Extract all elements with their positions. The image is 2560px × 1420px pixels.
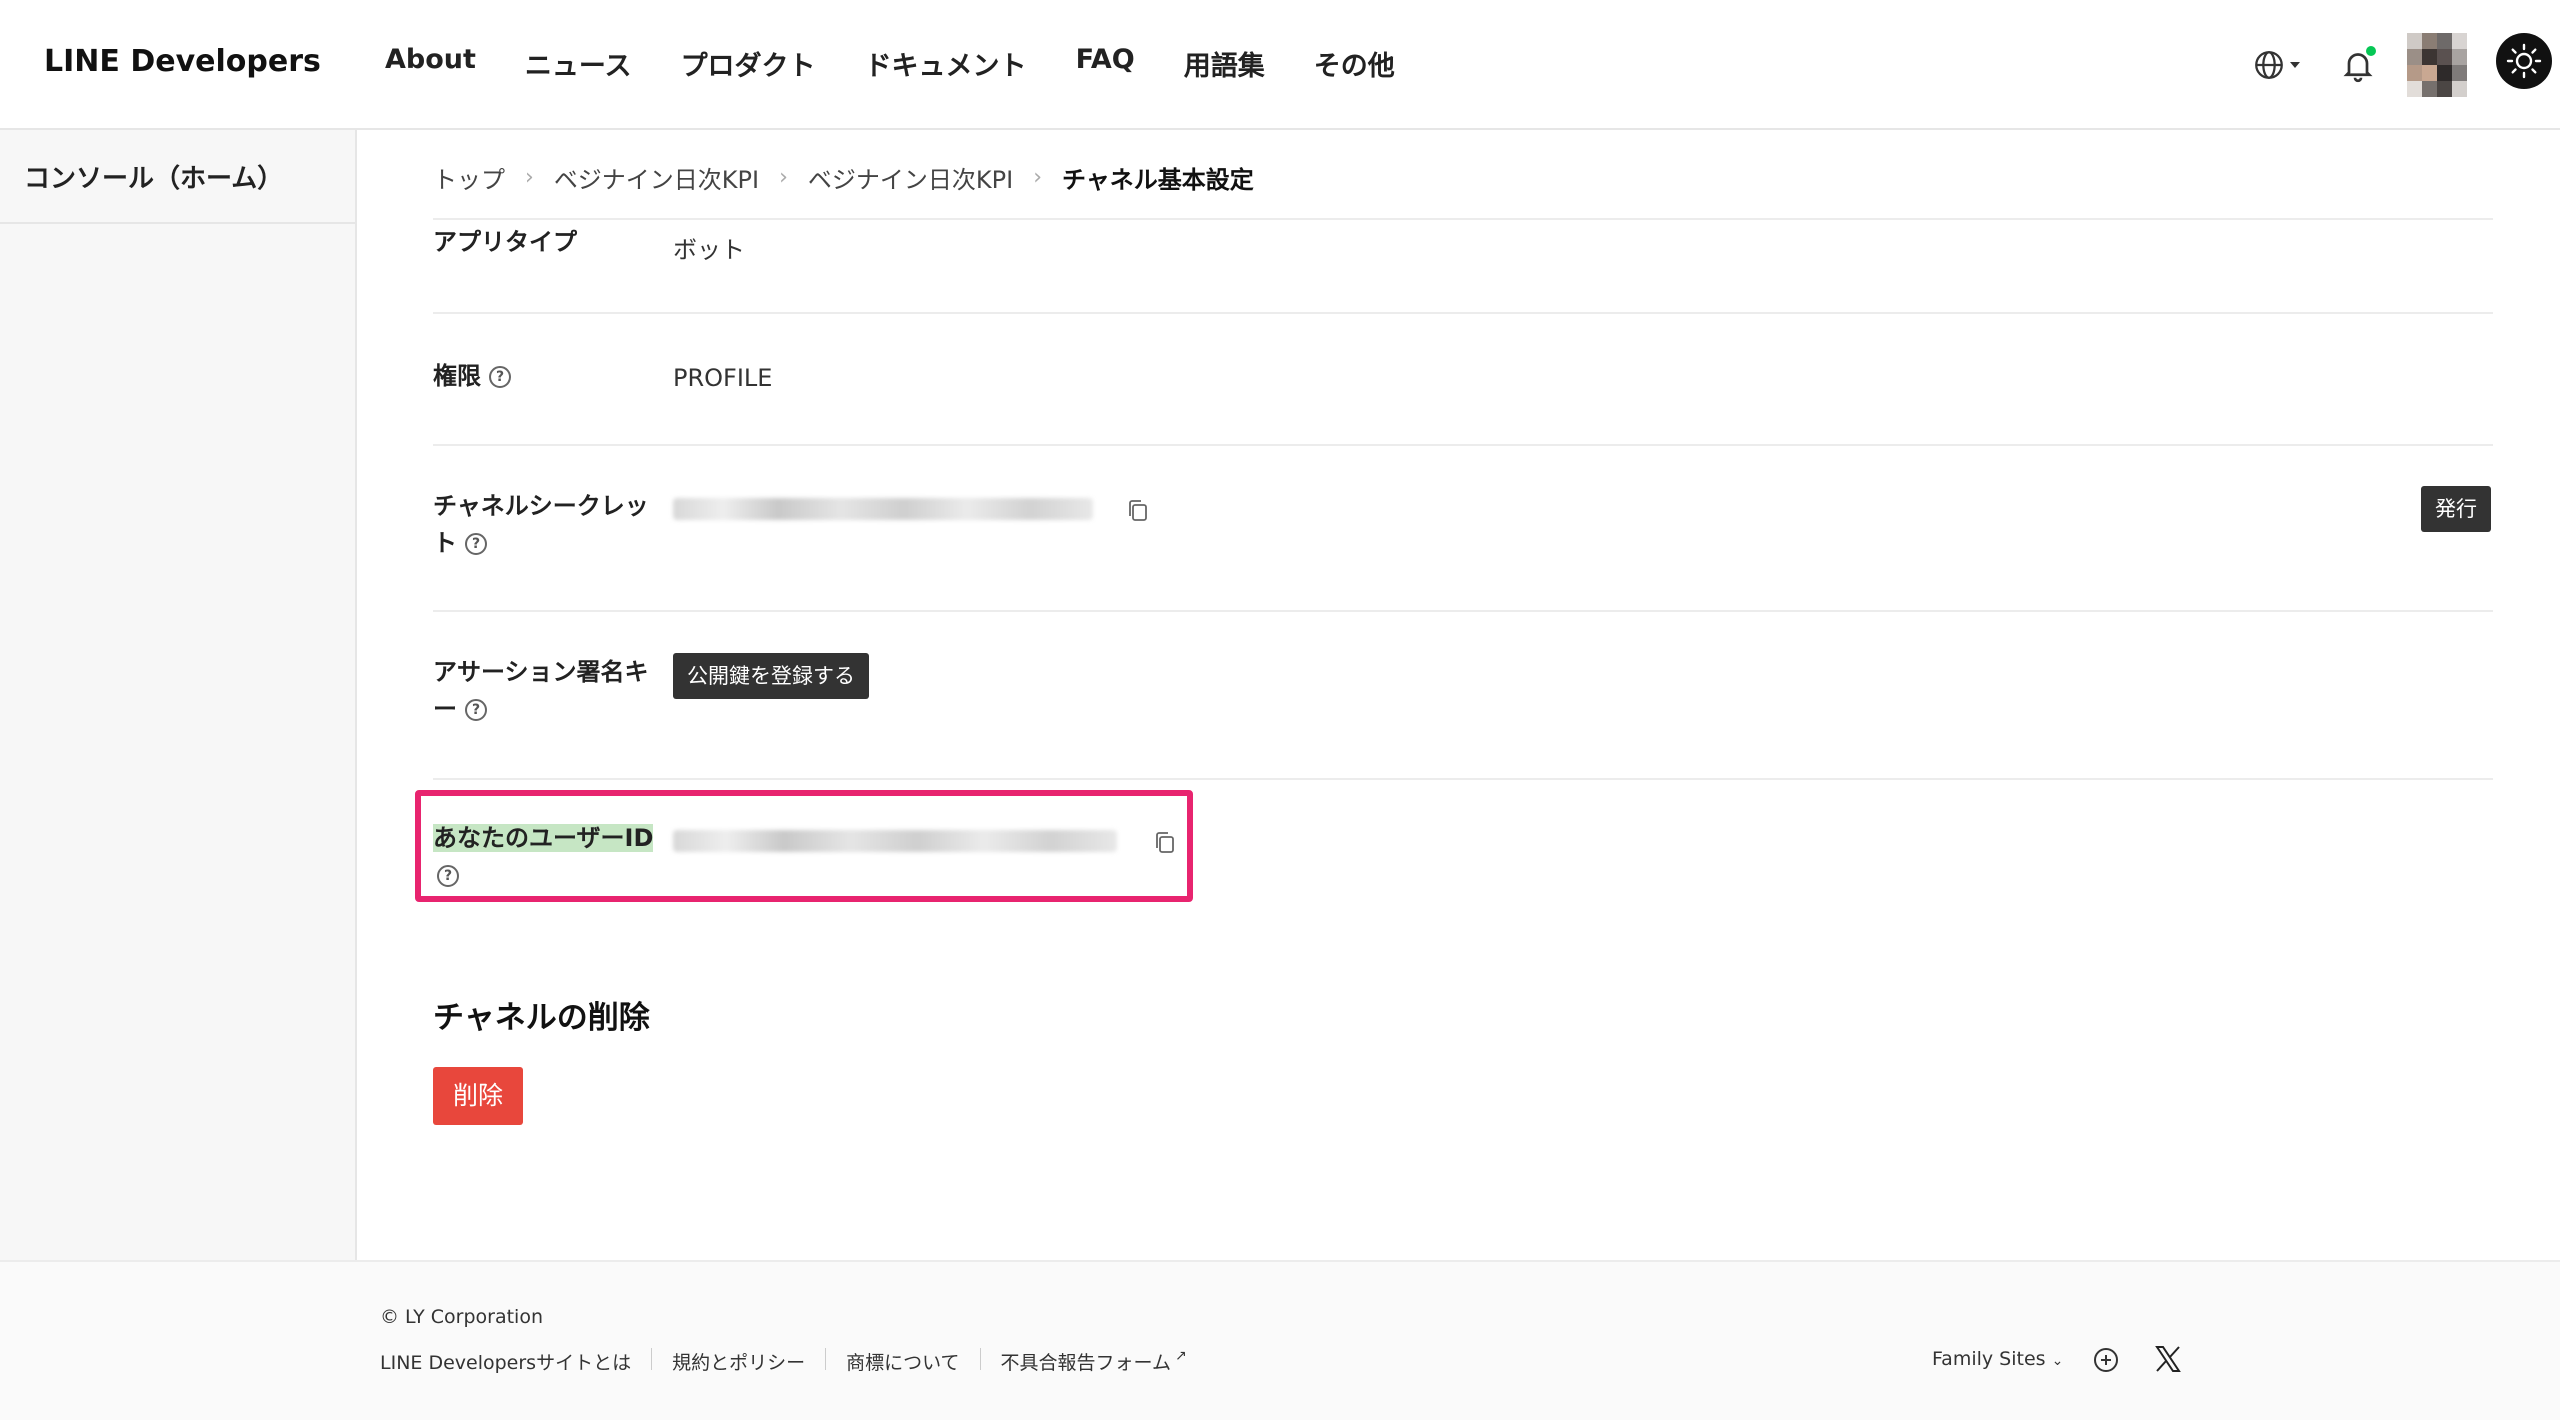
- footer-links: LINE Developersサイトとは 規約とポリシー 商標について 不具合報…: [380, 1348, 1187, 1375]
- divider: [825, 1348, 827, 1370]
- main-content: トップ › ベジナイン日次KPI › ベジナイン日次KPI › チャネル基本設定…: [357, 130, 2560, 1260]
- permission-label-text: 権限: [433, 362, 481, 390]
- assertion-key-label-line1: アサーション署名キ: [433, 658, 649, 686]
- main-nav: About ニュース プロダクト ドキュメント FAQ 用語集 その他: [385, 44, 1444, 83]
- breadcrumb-current: チャネル基本設定: [1062, 166, 1254, 194]
- breadcrumb-provider[interactable]: ベジナイン日次KPI: [554, 160, 759, 195]
- line-chat-icon[interactable]: [2092, 1346, 2120, 1374]
- footer-link-bug-report[interactable]: 不具合報告フォーム ↗: [1001, 1348, 1187, 1375]
- footer-link-terms[interactable]: 規約とポリシー: [672, 1348, 805, 1375]
- x-twitter-icon[interactable]: [2153, 1344, 2183, 1374]
- footer: © LY Corporation LINE Developersサイトとは 規約…: [0, 1260, 2560, 1420]
- channel-secret-row: チャネルシークレッ ト? 発行: [433, 446, 2493, 612]
- nav-documents[interactable]: ドキュメント: [865, 44, 1027, 83]
- assertion-key-label: アサーション署名キ ー?: [433, 654, 663, 728]
- footer-link-about[interactable]: LINE Developersサイトとは: [380, 1348, 631, 1375]
- nav-more[interactable]: その他: [1314, 44, 1395, 83]
- nav-news[interactable]: ニュース: [525, 44, 632, 83]
- notification-dot: [2366, 46, 2376, 56]
- family-sites-dropdown[interactable]: Family Sites ⌄: [1932, 1348, 2063, 1370]
- nav-faq[interactable]: FAQ: [1076, 44, 1135, 83]
- breadcrumb-separator: ›: [1033, 165, 1043, 190]
- theme-toggle-button[interactable]: [2496, 33, 2552, 89]
- chevron-down-icon[interactable]: [2290, 62, 2300, 68]
- copy-icon[interactable]: [1126, 498, 1150, 524]
- nav-products[interactable]: プロダクト: [681, 44, 816, 83]
- divider: [651, 1348, 653, 1370]
- divider: [979, 1348, 981, 1370]
- header-actions: [2160, 30, 2560, 100]
- help-icon[interactable]: ?: [489, 366, 511, 388]
- footer-link-trademarks[interactable]: 商標について: [846, 1348, 959, 1375]
- delete-button[interactable]: 削除: [433, 1067, 523, 1125]
- channel-secret-label-line1: チャネルシークレッ: [433, 492, 649, 520]
- help-icon[interactable]: ?: [465, 699, 487, 721]
- nav-glossary[interactable]: 用語集: [1184, 44, 1265, 83]
- breadcrumb-channel[interactable]: ベジナイン日次KPI: [808, 160, 1013, 195]
- breadcrumb-top[interactable]: トップ: [433, 160, 505, 195]
- sun-icon: [2506, 43, 2542, 79]
- footer-link-bug-report-label: 不具合報告フォーム: [1000, 1352, 1171, 1374]
- app-type-label: アプリタイプ: [433, 228, 577, 256]
- top-header: LINE Developers About ニュース プロダクト ドキュメント …: [0, 0, 2560, 130]
- external-link-icon: ↗: [1174, 1348, 1187, 1364]
- issue-button[interactable]: 発行: [2421, 486, 2491, 532]
- site-logo[interactable]: LINE Developers: [44, 44, 321, 79]
- assertion-key-label-line2: ー: [433, 695, 457, 723]
- copyright: © LY Corporation: [380, 1306, 543, 1328]
- family-sites-label: Family Sites: [1932, 1348, 2046, 1370]
- permission-label: 権限?: [433, 358, 663, 395]
- user-avatar[interactable]: [2407, 33, 2467, 97]
- delete-section-title: チャネルの削除: [433, 1000, 650, 1036]
- help-icon[interactable]: ?: [465, 533, 487, 555]
- channel-secret-value: [673, 498, 1093, 526]
- channel-secret-label: チャネルシークレッ ト?: [433, 488, 663, 562]
- breadcrumb-separator: ›: [779, 165, 788, 190]
- permission-row: 権限? PROFILE: [433, 314, 2493, 446]
- app-type-row: アプリタイプ ボット: [433, 220, 2493, 314]
- app-type-value: ボット: [673, 236, 745, 264]
- sidebar: コンソール（ホーム）: [0, 130, 357, 1260]
- permission-value: PROFILE: [673, 364, 773, 392]
- nav-about[interactable]: About: [385, 44, 476, 83]
- sidebar-item-console-home[interactable]: コンソール（ホーム）: [0, 130, 355, 224]
- channel-secret-label-line2: ト: [433, 529, 457, 557]
- globe-icon[interactable]: [2252, 48, 2286, 82]
- user-id-highlight-frame: [415, 790, 1193, 902]
- chevron-down-icon: ⌄: [2051, 1353, 2064, 1369]
- breadcrumb: トップ › ベジナイン日次KPI › ベジナイン日次KPI › チャネル基本設定: [433, 160, 1254, 195]
- assertion-key-row: アサーション署名キ ー? 公開鍵を登録する: [433, 612, 2493, 780]
- register-public-key-button[interactable]: 公開鍵を登録する: [673, 653, 869, 699]
- redacted-secret: [673, 498, 1093, 520]
- breadcrumb-separator: ›: [525, 165, 534, 190]
